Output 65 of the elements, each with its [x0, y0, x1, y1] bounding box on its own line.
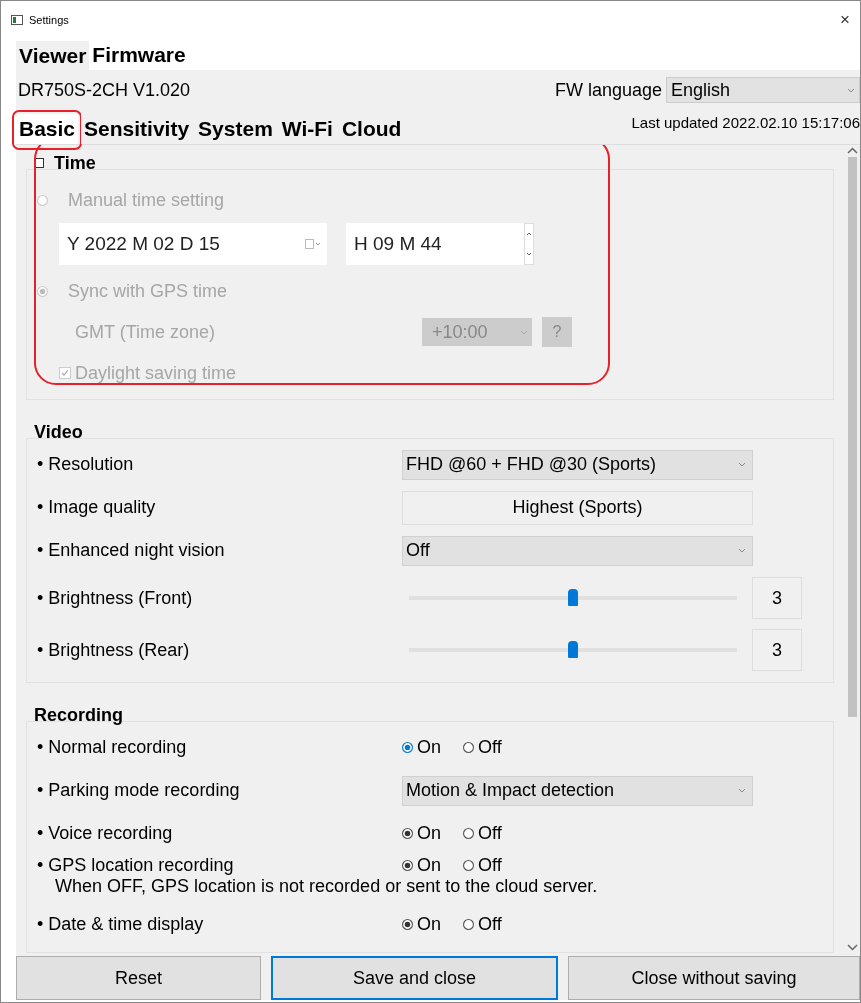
dialog-button[interactable]: Reset [16, 956, 261, 1000]
caret-icon [738, 462, 746, 467]
bullet-label: • Image quality [37, 497, 156, 517]
radio-button[interactable] [402, 860, 413, 871]
radio-button[interactable] [463, 919, 474, 930]
tab[interactable]: Basic [16, 114, 79, 144]
dropdown[interactable]: Off [402, 535, 753, 566]
fw-language-label: FW language [554, 79, 662, 101]
calendar-icon [305, 239, 321, 249]
value-display: 3 [752, 629, 802, 671]
radio-label: On [417, 823, 441, 844]
bullet-label: • Brightness (Front) [37, 587, 193, 608]
radio-button[interactable] [463, 742, 474, 753]
last-updated: Last updated 2022.02.10 15:17:06 [631, 114, 860, 133]
dropdown[interactable]: FHD @60 + FHD @30 (Sports) [402, 449, 753, 480]
caret-icon [520, 329, 528, 335]
radio-button[interactable] [463, 828, 474, 839]
radio-label: On [417, 855, 441, 876]
value-display: Highest (Sports) [402, 490, 753, 525]
radio-label: Off [478, 823, 502, 844]
dialog-button[interactable]: Save and close [271, 956, 558, 1000]
bullet-label: • Parking mode recording [37, 780, 240, 800]
radio-label: Manual time setting [68, 189, 225, 211]
language-dropdown[interactable]: English [666, 77, 860, 103]
caret-icon [847, 87, 855, 93]
radio-label: Sync with GPS time [68, 280, 228, 302]
scroll-down-icon[interactable] [845, 943, 860, 953]
caret-icon [738, 548, 746, 553]
dialog-button[interactable]: Close without saving [568, 956, 860, 1000]
dropdown[interactable]: Motion & Impact detection [402, 775, 753, 806]
radio-label: On [417, 914, 441, 935]
scroll-up-icon[interactable] [845, 145, 860, 155]
slider-thumb[interactable] [568, 589, 578, 606]
model-version: DR750S-2CH V1.020 [18, 79, 191, 101]
bullet-label: • Normal recording [37, 737, 187, 757]
slider-thumb[interactable] [568, 641, 578, 658]
radio-button[interactable] [402, 828, 413, 839]
window-title: Settings [29, 14, 70, 26]
bullet-label: • Date & time display [37, 914, 204, 934]
section-title: Time [54, 152, 96, 174]
radio-label: On [417, 737, 441, 758]
scrollbar-thumb[interactable] [848, 157, 857, 717]
caret-icon [738, 788, 746, 793]
radio-label: Off [478, 737, 502, 758]
app-icon [11, 15, 23, 25]
bullet-label: • Enhanced night vision [37, 540, 225, 560]
bullet-label: • Brightness (Rear) [37, 639, 190, 660]
value-display: 3 [752, 577, 802, 619]
close-button[interactable]: × [836, 10, 854, 30]
radio-label: Off [478, 914, 502, 935]
spinner-icon [524, 223, 534, 265]
scrollbar[interactable] [845, 145, 860, 953]
section-title: Recording [33, 705, 124, 727]
bullet-label: • Voice recording [37, 823, 173, 843]
radio-button[interactable] [402, 919, 413, 930]
bullet-label: • GPS location recording [37, 855, 234, 875]
bullet-label: • Resolution [37, 454, 134, 474]
gmt-label: GMT (Time zone) [75, 321, 217, 343]
radio-label: Off [478, 855, 502, 876]
radio-button[interactable] [402, 742, 413, 753]
checkbox-label: Daylight saving time [75, 362, 237, 384]
note-text: When OFF, GPS location is not recorded or sent to the cloud server. [54, 876, 599, 898]
tab[interactable]: Viewer [16, 41, 90, 70]
section-title: Video [33, 422, 84, 444]
radio-button[interactable] [463, 860, 474, 871]
